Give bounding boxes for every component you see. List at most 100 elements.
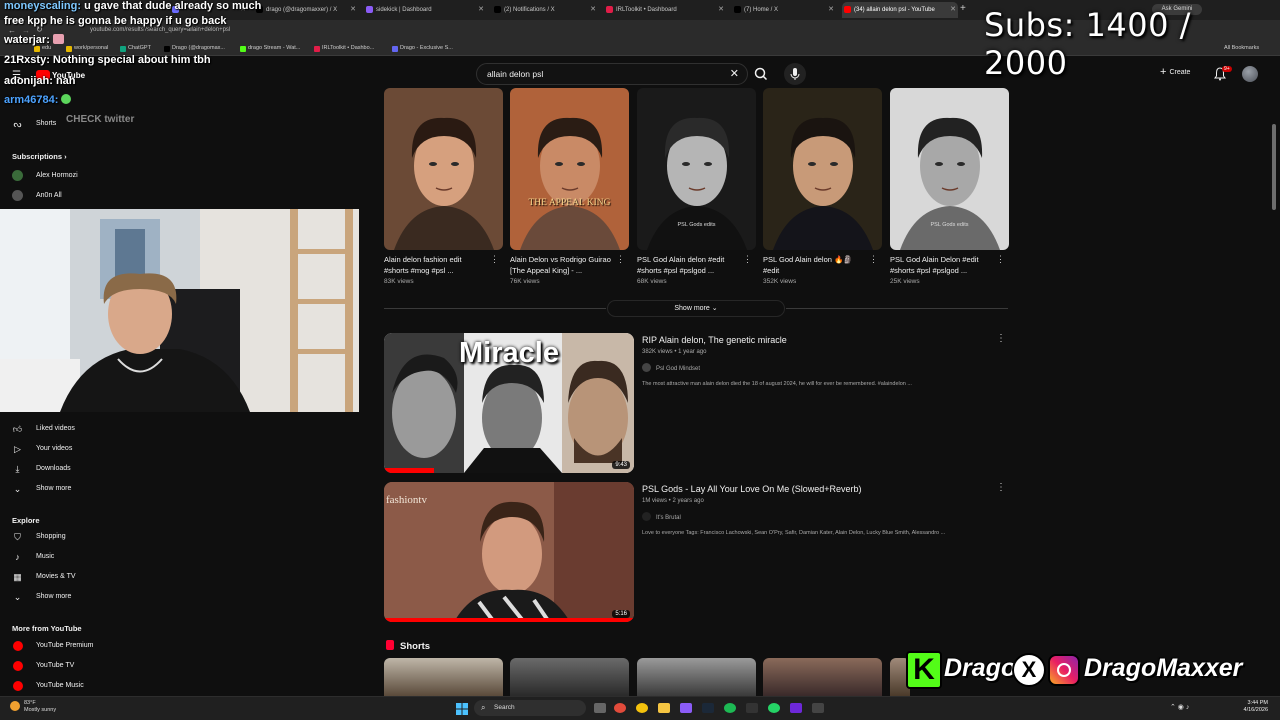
file-explorer-icon[interactable]: [658, 703, 670, 713]
weather-widget[interactable]: 83°F Mostly sunny: [24, 700, 56, 714]
bookmark-item[interactable]: Drago (@dragomax...: [164, 45, 225, 52]
video-result-2[interactable]: fashiontv 5:16 PSL Gods - Lay All Your L…: [384, 482, 1014, 622]
close-tab-icon[interactable]: ✕: [478, 2, 484, 18]
sidebar-item-music[interactable]: ♪ Music: [0, 547, 115, 567]
search-button[interactable]: [750, 64, 772, 84]
browser-tab[interactable]: sidekick | Dashboard ✕: [364, 2, 486, 18]
video-title[interactable]: PSL God Alain delon #edit #shorts #psl #…: [637, 254, 741, 276]
weather-icon[interactable]: [10, 701, 20, 711]
video-title[interactable]: PSL God Alain Delon #edit #shorts #psl #…: [890, 254, 994, 276]
page-scrollbar[interactable]: [1272, 124, 1276, 210]
video-thumbnail[interactable]: [384, 88, 503, 250]
bookmark-item[interactable]: Drago - Exclusive S...: [392, 45, 453, 52]
chat-username: adonijah:: [4, 75, 53, 87]
bookmark-item[interactable]: drago Stream - Wat...: [240, 45, 300, 52]
clear-search-icon[interactable]: ✕: [730, 67, 739, 80]
sidebar-item-downloads[interactable]: ⤓ Downloads: [0, 459, 115, 479]
more-options-icon[interactable]: ⋮: [996, 482, 1006, 493]
video-title[interactable]: Alain delon fashion edit #shorts #mog #p…: [384, 254, 488, 276]
video-thumbnail[interactable]: THE APPEAL KING: [510, 88, 629, 250]
more-options-icon[interactable]: ⋮: [616, 254, 625, 265]
app-icon[interactable]: [812, 703, 824, 713]
close-tab-icon[interactable]: ✕: [350, 2, 356, 18]
discord-icon[interactable]: [680, 703, 692, 713]
bookmark-item[interactable]: IRLToolkit • Dashbo...: [314, 45, 374, 52]
chrome-icon[interactable]: [636, 703, 648, 713]
video-title[interactable]: PSL Gods - Lay All Your Love On Me (Slow…: [642, 484, 862, 494]
explore-heading: Explore: [12, 516, 40, 525]
browser-tab[interactable]: (2) Notifications / X ✕: [492, 2, 598, 18]
system-tray-icons[interactable]: ⌃ ◉ ♪: [1170, 703, 1189, 711]
close-tab-icon[interactable]: ✕: [718, 2, 724, 18]
subscriptions-heading[interactable]: Subscriptions ›: [12, 152, 67, 161]
clock-date: 4/16/2026: [1243, 707, 1268, 713]
more-options-icon[interactable]: ⋮: [869, 254, 878, 265]
sidebar-item-youtube-tv[interactable]: YouTube TV: [0, 656, 115, 676]
bookmark-icon: [120, 46, 126, 52]
video-thumbnail[interactable]: Miracle 9:43: [384, 333, 634, 473]
taskbar-search-label: Search: [494, 704, 515, 711]
kick-logo: K: [906, 651, 942, 689]
show-more-button[interactable]: Show more ⌄: [607, 300, 785, 317]
search-input[interactable]: allain delon psl: [487, 69, 543, 79]
short-thumbnail[interactable]: [510, 658, 629, 696]
sidebar-item-youtube-music[interactable]: YouTube Music: [0, 676, 115, 696]
search-box[interactable]: allain delon psl ✕: [476, 63, 748, 85]
sidebar-item-shopping[interactable]: ⛉ Shopping: [0, 527, 115, 547]
bookmark-item[interactable]: ChatGPT: [120, 45, 151, 52]
short-thumbnail[interactable]: [384, 658, 503, 696]
obs-icon[interactable]: [746, 703, 758, 713]
more-options-icon[interactable]: ⋮: [743, 254, 752, 265]
sidebar-item-label: YouTube Music: [36, 682, 84, 689]
whatsapp-icon[interactable]: [768, 703, 780, 713]
video-thumbnail[interactable]: [763, 88, 882, 250]
close-tab-icon[interactable]: ✕: [828, 2, 834, 18]
more-options-icon[interactable]: ⋮: [996, 333, 1006, 344]
bookmark-icon: [240, 46, 246, 52]
browser-tab[interactable]: (34) allain delon psl - YouTube ✕: [842, 2, 958, 18]
video-thumbnail[interactable]: fashiontv 5:16: [384, 482, 634, 622]
steam-icon[interactable]: [702, 703, 714, 713]
windows-start-icon[interactable]: [456, 702, 468, 715]
bookmark-icon: [164, 46, 170, 52]
sidebar-item-movies-tv[interactable]: ▦ Movies & TV: [0, 567, 115, 587]
voice-search-button[interactable]: [784, 63, 806, 85]
video-title[interactable]: PSL God Alain delon 🔥🗿 #edit: [763, 254, 867, 276]
banner-social-name: DragoMaxxer: [1084, 654, 1243, 682]
sidebar-item-alex-hormozi[interactable]: Alex Hormozi: [0, 166, 115, 186]
close-tab-icon[interactable]: ✕: [950, 2, 956, 18]
sidebar-item-show-more-explore[interactable]: ⌄ Show more: [0, 587, 115, 607]
app-icon[interactable]: [614, 703, 626, 713]
video-title[interactable]: RIP Alain delon, The genetic miracle: [642, 335, 787, 345]
bookmark-item[interactable]: work/personal: [66, 45, 108, 52]
url-field[interactable]: youtube.com/results?search_query=allain+…: [90, 27, 230, 33]
taskbar-clock[interactable]: 3:44 PM 4/16/2026: [1228, 700, 1268, 714]
browser-tab[interactable]: IRLToolkit • Dashboard ✕: [604, 2, 726, 18]
video-result-1[interactable]: Miracle 9:43 RIP Alain delon, The geneti…: [384, 333, 1014, 473]
sidebar-item-show-more[interactable]: ⌄ Show more: [0, 479, 115, 499]
sidebar-item-label: Alex Hormozi: [36, 172, 78, 179]
chat-username: arm46784:: [4, 94, 59, 106]
video-title[interactable]: Alain Delon vs Rodrigo Guirao [The Appea…: [510, 254, 614, 276]
video-thumbnail[interactable]: PSL Gods edits: [890, 88, 1009, 250]
spotify-icon[interactable]: [724, 703, 736, 713]
video-thumbnail[interactable]: PSL Gods edits: [637, 88, 756, 250]
short-thumbnail[interactable]: [763, 658, 882, 696]
more-options-icon[interactable]: ⋮: [490, 254, 499, 265]
browser-tab[interactable]: (7) Home / X ✕: [732, 2, 836, 18]
bookmark-icon: [392, 46, 398, 52]
channel-name[interactable]: It's Brutal: [642, 512, 681, 521]
task-view-icon[interactable]: [594, 703, 606, 713]
sidebar-item-liked-videos[interactable]: 👍︎ Liked videos: [0, 419, 115, 439]
new-tab-button[interactable]: +: [960, 3, 966, 14]
short-thumbnail[interactable]: [637, 658, 756, 696]
more-options-icon[interactable]: ⋮: [996, 254, 1005, 265]
sidebar-item-an0n-all[interactable]: An0n All: [0, 186, 115, 206]
browser-tab[interactable]: drago (@dragomaxxer) / X ✕: [254, 2, 358, 18]
sidebar-item-your-videos[interactable]: ▷ Your videos: [0, 439, 115, 459]
app-icon[interactable]: [790, 703, 802, 713]
sidebar-item-youtube-premium[interactable]: YouTube Premium: [0, 636, 115, 656]
channel-name[interactable]: Psl God Mindset: [642, 363, 700, 372]
taskbar-search[interactable]: ⌕ Search: [474, 700, 586, 716]
close-tab-icon[interactable]: ✕: [590, 2, 596, 18]
